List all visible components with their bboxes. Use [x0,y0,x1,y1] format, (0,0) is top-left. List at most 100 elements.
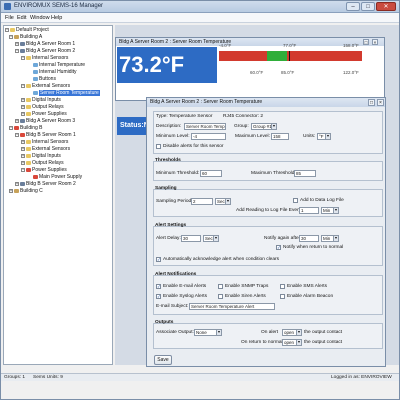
alert-delay-input[interactable]: 30 [181,235,201,242]
tree-node[interactable]: Internal Humidity [33,69,77,75]
close-button[interactable]: ✕ [376,2,396,11]
on-return-select[interactable]: open ▼ [282,339,302,346]
collapse-icon[interactable]: − [21,83,25,88]
outputs-panel [153,323,383,349]
gauge-high-threshold-label: 85.0°F [281,70,295,75]
restore-icon[interactable]: □ [363,39,369,45]
chevron-down-icon: ▼ [213,236,218,241]
close-icon[interactable]: × [377,99,384,106]
expand-icon[interactable]: + [21,104,25,109]
log-interval-unit-select[interactable]: Min ▼ [321,207,339,214]
description-label: Description: [156,124,182,129]
expand-icon[interactable]: + [21,153,25,158]
menu-help[interactable]: Help [51,15,62,21]
sms-alerts-checkbox[interactable] [280,284,285,289]
expand-icon[interactable]: + [21,139,25,144]
collapse-icon[interactable]: − [5,27,9,32]
on-alert-tail: the output contact [304,330,343,335]
tree-node[interactable]: + Digital Inputs [21,97,61,103]
tree-node[interactable]: Internal Temperature [33,62,85,68]
expand-icon[interactable]: + [9,188,13,193]
tree-node[interactable]: Main Power Supply [33,174,82,180]
tree-node[interactable]: + Bldg B Server Room 2 [15,181,76,187]
sms-alerts-label: Enable SMS Alerts [287,284,327,289]
add-to-log-checkbox[interactable] [293,198,298,203]
sampling-period-input[interactable]: 2 [191,198,213,205]
associate-output-select[interactable]: None ▼ [194,329,222,336]
on-alert-select[interactable]: open ▼ [282,329,302,336]
collapse-icon[interactable]: − [15,132,19,137]
group-select[interactable]: Group #1 ▼ [251,123,277,130]
tree-node[interactable]: − Bldg A Server Room 2 [15,48,75,54]
expand-icon[interactable]: + [21,160,25,165]
tree-node[interactable]: − Internal Sensors [21,55,68,61]
description-input[interactable]: Server Room Temp [184,123,226,130]
tree-node[interactable]: − Bldg B Server Room 1 [15,132,76,138]
tree-node[interactable]: − Building B [9,125,43,131]
expand-icon[interactable]: + [15,181,19,186]
tree-node[interactable]: + Building C [9,188,43,194]
minimize-button[interactable]: ‒ [346,2,360,11]
tree-node[interactable]: + Power Supplies [21,111,67,117]
sensor-type: Type: Temperature Sensor [156,114,213,119]
alert-settings-title: Alert Settings [155,223,187,228]
disable-alerts-checkbox[interactable] [156,144,161,149]
collapse-icon[interactable]: − [15,48,19,53]
max-threshold-input[interactable]: 85 [294,170,316,177]
connector-label: RJ45 Connector: 2 [223,114,263,119]
maximize-button[interactable]: □ [361,2,375,11]
siren-alerts-checkbox[interactable] [218,294,223,299]
tree-node[interactable]: + Output Relays [21,160,64,166]
close-icon[interactable]: × [372,39,378,45]
restore-icon[interactable]: □ [368,99,375,106]
auto-ack-label: Automatically acknowledge alert when con… [163,257,279,262]
notify-again-input[interactable]: 30 [299,235,319,242]
tree-node[interactable]: + Digital Inputs [21,153,61,159]
tree-node[interactable]: + Bldg A Server Room 3 [15,118,75,124]
tree-node[interactable]: − External Sensors [21,83,70,89]
tree-node-selected[interactable]: Server Room Temperature [33,90,100,96]
menu-window[interactable]: Window [30,15,50,21]
gauge-max-label: 158.0°F [343,43,359,48]
menu-edit[interactable]: Edit [17,15,26,21]
collapse-icon[interactable]: − [21,55,25,60]
email-alerts-checkbox[interactable]: ✓ [156,284,161,289]
min-level-input[interactable]: -4 [191,133,226,140]
building-icon [14,188,19,193]
notify-return-checkbox[interactable]: ✓ [276,245,281,250]
auto-ack-checkbox[interactable]: ✓ [156,257,161,262]
tree-node[interactable]: + Bldg A Server Room 1 [15,41,75,47]
expand-icon[interactable]: + [15,41,19,46]
tree-node[interactable]: + External Sensors [21,146,70,152]
folder-icon [26,83,31,88]
min-threshold-input[interactable]: 60 [200,170,222,177]
tree-node[interactable]: − Default Project [5,27,49,33]
expand-icon[interactable]: + [15,118,19,123]
tree-node[interactable]: Buttons [33,76,56,82]
expand-icon[interactable]: + [21,146,25,151]
tree-node[interactable]: − Power Supplies [21,167,67,173]
units-select[interactable]: °F ▼ [317,133,331,140]
tree-node[interactable]: + Output Relays [21,104,64,110]
sampling-period-unit-select[interactable]: Sec ▼ [215,198,231,205]
max-level-input[interactable]: 158 [271,133,289,140]
collapse-icon[interactable]: − [21,167,25,172]
snmp-traps-checkbox[interactable] [218,284,223,289]
tree-node[interactable]: + Internal Sensors [21,139,68,145]
menu-file[interactable]: File [5,15,14,21]
log-interval-input[interactable]: 1 [299,207,319,214]
collapse-icon[interactable]: − [9,125,13,130]
email-subject-input[interactable]: Server Room Temperature Alert [189,303,275,310]
expand-icon[interactable]: + [21,97,25,102]
collapse-icon[interactable]: − [9,34,13,39]
tree-node[interactable]: − Building A [9,34,42,40]
syslog-alerts-checkbox[interactable]: ✓ [156,294,161,299]
expand-icon[interactable]: + [21,111,25,116]
email-subject-label: E-mail Subject: [156,304,189,309]
save-button[interactable]: Save [154,355,172,365]
alarm-beacon-checkbox[interactable] [280,294,285,299]
alert-delay-unit-select[interactable]: Sec ▼ [203,235,219,242]
server-icon [20,181,25,186]
max-threshold-label: Maximum Threshold: [251,171,296,176]
notify-again-unit-select[interactable]: Min ▼ [321,235,339,242]
